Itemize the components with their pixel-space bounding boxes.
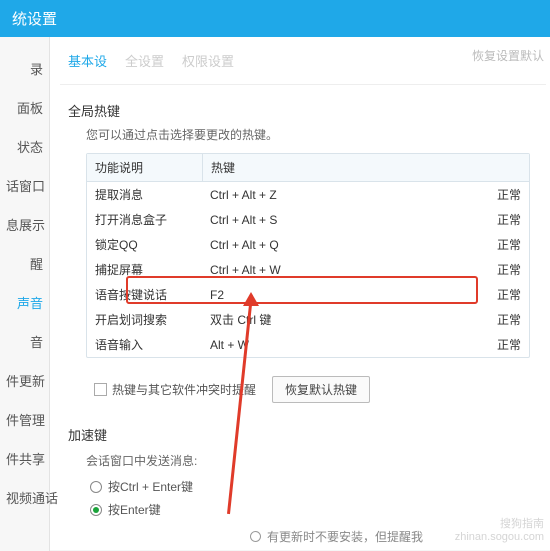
sidebar-item-status[interactable]: 状态	[0, 127, 49, 166]
accel-subtitle: 会话窗口中发送消息:	[68, 450, 538, 475]
accel-section-title: 加速键	[68, 407, 538, 450]
settings-window: 统设置 录 面板 状态 话窗口 息展示 醒 声音 音 件更新 件管理 件共享 视…	[0, 0, 550, 550]
hotkey-panel: 全局热键 您可以通过点击选择要更改的热键。 功能说明 热键 提取消息Ctrl +…	[60, 85, 546, 531]
sidebar-item-sound[interactable]: 音	[0, 322, 49, 361]
hotkey-table: 功能说明 热键 提取消息Ctrl + Alt + Z正常 打开消息盒子Ctrl …	[86, 153, 530, 358]
content: 录 面板 状态 话窗口 息展示 醒 声音 音 件更新 件管理 件共享 视频通话 …	[0, 37, 550, 551]
footer-update-option[interactable]: 有更新时不要安装，但提醒我	[250, 528, 423, 545]
table-row[interactable]: 锁定QQCtrl + Alt + Q正常	[87, 232, 529, 257]
sidebar-item-panel[interactable]: 面板	[0, 88, 49, 127]
watermark: 搜狗指南 zhinan.sogou.com	[455, 518, 544, 544]
radio-icon	[250, 531, 261, 542]
sidebar-item-login[interactable]: 录	[0, 49, 49, 88]
sidebar-item-video[interactable]: 视频通话	[0, 478, 49, 517]
table-row[interactable]: 提取消息Ctrl + Alt + Z正常	[87, 182, 529, 207]
main-panel: 基本设 全设置 权限设置 恢复设置默认 全局热键 您可以通过点击选择要更改的热键…	[50, 37, 550, 551]
table-row[interactable]: 语音输入Alt + W正常	[87, 332, 529, 357]
tab-all[interactable]: 全设置	[125, 51, 164, 70]
radio-ctrl-enter[interactable]: 按Ctrl + Enter键	[68, 475, 538, 498]
restore-default-button[interactable]: 恢复默认热键	[272, 376, 370, 403]
table-row[interactable]: 打开消息盒子Ctrl + Alt + S正常	[87, 207, 529, 232]
col-key-header: 热键	[202, 154, 529, 181]
table-row[interactable]: 开启划词搜索双击 Ctrl 键正常	[87, 307, 529, 332]
conflict-label: 热键与其它软件冲突时提醒	[112, 381, 256, 398]
table-header: 功能说明 热键	[87, 154, 529, 182]
titlebar: 统设置	[0, 0, 550, 37]
sidebar-item-chat[interactable]: 话窗口	[0, 166, 49, 205]
table-row[interactable]: 语音按键说话F2正常	[87, 282, 529, 307]
footer-label: 有更新时不要安装，但提醒我	[267, 528, 423, 545]
tab-basic[interactable]: 基本设	[68, 51, 107, 70]
checkbox-icon	[94, 383, 107, 396]
sidebar-item-share[interactable]: 件共享	[0, 439, 49, 478]
radio-label: 按Enter键	[108, 501, 161, 518]
window-title: 统设置	[12, 11, 57, 28]
col-func-header: 功能说明	[87, 154, 202, 181]
corner-reset[interactable]: 恢复设置默认	[472, 47, 544, 64]
tab-perm[interactable]: 权限设置	[182, 51, 234, 70]
radio-label: 按Ctrl + Enter键	[108, 478, 193, 495]
sidebar-item-filemgr[interactable]: 件管理	[0, 400, 49, 439]
table-row-screenshot[interactable]: 捕捉屏幕Ctrl + Alt + W正常	[87, 257, 529, 282]
sidebar-item-display[interactable]: 息展示	[0, 205, 49, 244]
conflict-checkbox[interactable]: 热键与其它软件冲突时提醒	[94, 381, 256, 398]
hotkey-section-title: 全局热键	[68, 95, 538, 126]
hotkey-hint: 您可以通过点击选择要更改的热键。	[68, 126, 538, 153]
radio-icon	[90, 481, 102, 493]
sidebar-item-hotkey[interactable]: 声音	[0, 283, 49, 322]
sidebar-item-remind[interactable]: 醒	[0, 244, 49, 283]
radio-icon	[90, 504, 102, 516]
sidebar-item-update[interactable]: 件更新	[0, 361, 49, 400]
hotkey-footer-row: 热键与其它软件冲突时提醒 恢复默认热键	[68, 366, 538, 407]
sidebar: 录 面板 状态 话窗口 息展示 醒 声音 音 件更新 件管理 件共享 视频通话	[0, 37, 50, 551]
